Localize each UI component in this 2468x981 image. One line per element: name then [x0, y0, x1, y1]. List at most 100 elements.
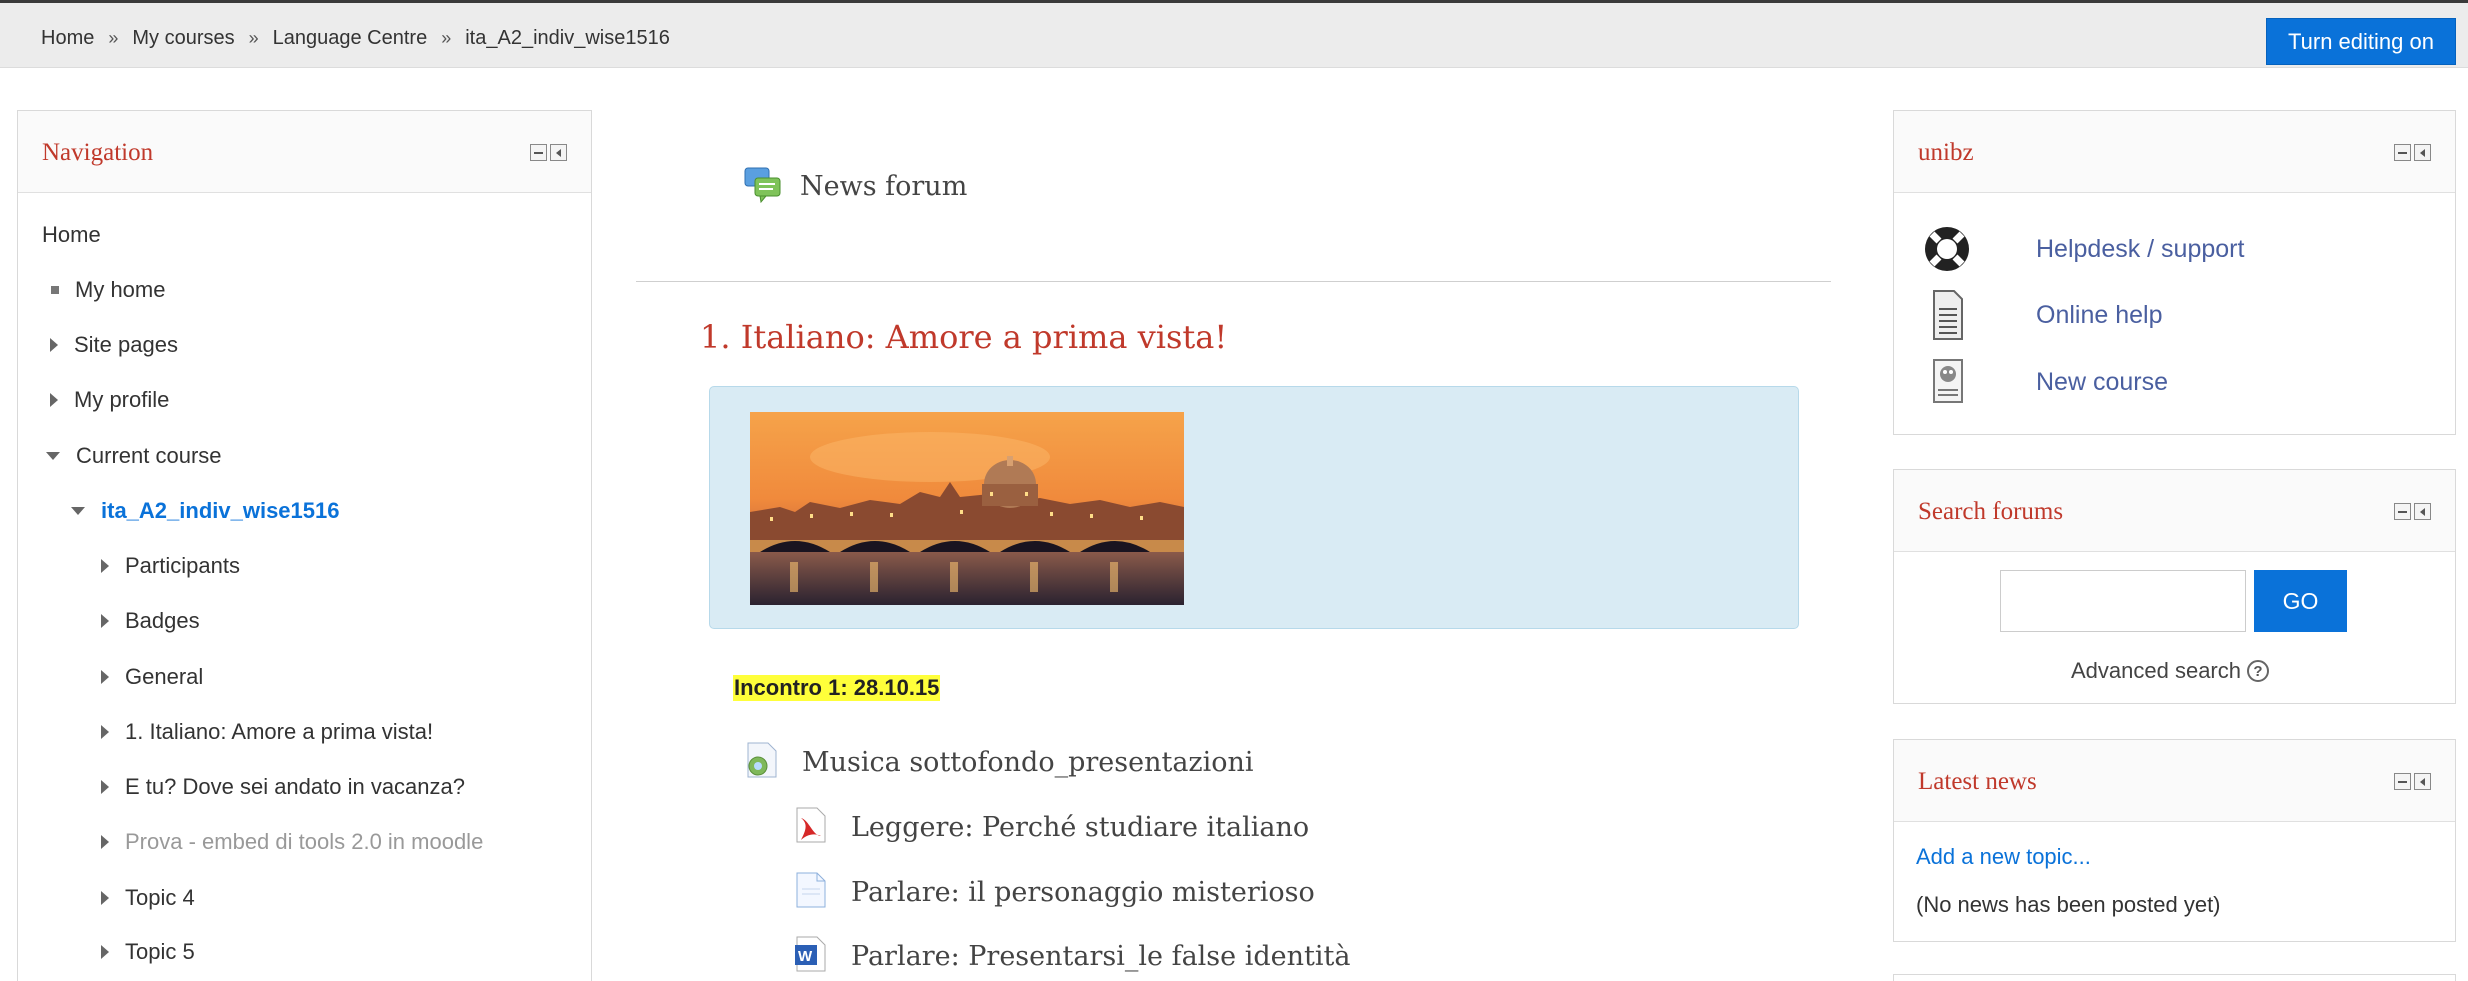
nav-item-label: My home — [75, 277, 166, 302]
nav-item-section-2[interactable]: E tu? Dove sei andato in vacanza? — [101, 774, 465, 800]
nav-item-current-course[interactable]: Current course — [46, 443, 222, 469]
nav-item-my-profile[interactable]: My profile — [50, 387, 169, 413]
search-forums-title: Search forums — [1918, 498, 2064, 525]
activity-music[interactable]: Musica sottofondo_presentazioni — [744, 741, 1254, 784]
minimize-icon[interactable] — [2394, 503, 2411, 520]
turn-editing-on-button[interactable]: Turn editing on — [2266, 18, 2456, 65]
help-icon[interactable]: ? — [2247, 660, 2269, 682]
nav-item-label: Prova - embed di tools 2.0 in moodle — [125, 829, 484, 854]
online-help-label: Online help — [2036, 301, 2163, 329]
breadcrumb-separator: » — [248, 28, 259, 48]
document-icon — [1922, 289, 1972, 346]
navigation-block: Navigation Home My home Site pages My pr… — [17, 110, 592, 981]
latest-news-block: Latest news Add a new topic... (No news … — [1893, 739, 2456, 942]
nav-item-label: Participants — [125, 553, 240, 578]
word-doc-icon: W — [793, 935, 829, 978]
no-news-text: (No news has been posted yet) — [1916, 892, 2221, 917]
nav-item-badges[interactable]: Badges — [101, 608, 200, 634]
nav-item-topic-4[interactable]: Topic 4 — [101, 885, 195, 911]
nav-item-site-pages[interactable]: Site pages — [50, 332, 178, 358]
search-forums-input[interactable] — [2000, 570, 2246, 632]
activity-label: Parlare: il personaggio misterioso — [851, 877, 1315, 908]
activity-reading[interactable]: Leggere: Perché studiare italiano — [793, 806, 1309, 849]
helpdesk-label: Helpdesk / support — [2036, 235, 2245, 263]
document-icon — [793, 871, 829, 914]
rome-image — [750, 412, 1184, 605]
pdf-icon — [793, 806, 829, 849]
advanced-search-label: Advanced search — [2071, 658, 2241, 683]
search-forums-header: Search forums — [1894, 470, 2455, 552]
breadcrumb-current-course: ita_A2_indiv_wise1516 — [465, 27, 670, 49]
block-controls — [2394, 144, 2431, 161]
nav-item-general[interactable]: General — [101, 664, 203, 690]
block-controls — [2394, 773, 2431, 790]
nav-item-label: Topic 5 — [125, 939, 195, 964]
nav-item-topic-5[interactable]: Topic 5 — [101, 939, 195, 965]
top-bar: Home » My courses » Language Centre » it… — [0, 0, 2468, 68]
unibz-block: unibz Helpdesk / support Online help New… — [1893, 110, 2456, 435]
expand-arrow-icon — [101, 945, 109, 959]
nav-item-label: 1. Italiano: Amore a prima vista! — [125, 719, 434, 744]
breadcrumb-home[interactable]: Home — [41, 27, 94, 50]
navigation-block-header: Navigation — [18, 111, 591, 193]
nav-item-course[interactable]: ita_A2_indiv_wise1516 — [71, 498, 339, 524]
expand-arrow-icon — [101, 614, 109, 628]
go-button[interactable]: GO — [2254, 570, 2347, 632]
lifebuoy-icon — [1922, 224, 1972, 279]
nav-item-label: Current course — [76, 443, 222, 468]
expand-arrow-icon — [101, 725, 109, 739]
activity-label: Musica sottofondo_presentazioni — [802, 747, 1254, 778]
breadcrumb-my-courses[interactable]: My courses — [132, 27, 234, 50]
add-topic-link[interactable]: Add a new topic... — [1916, 844, 2091, 870]
activity-label: Parlare: Presentarsi_le false identità — [851, 941, 1351, 972]
expand-arrow-icon — [101, 670, 109, 684]
next-block — [1893, 974, 2456, 981]
news-forum-label: News forum — [800, 171, 968, 202]
advanced-search-link[interactable]: Advanced search ? — [2071, 658, 2269, 684]
search-forums-block: Search forums GO Advanced search ? — [1893, 469, 2456, 704]
expand-arrow-icon — [101, 559, 109, 573]
nav-item-label: General — [125, 664, 204, 689]
nav-item-label: Site pages — [74, 332, 178, 357]
latest-news-title: Latest news — [1918, 768, 2037, 795]
minimize-icon[interactable] — [2394, 144, 2411, 161]
activity-speaking-2[interactable]: W Parlare: Presentarsi_le false identità — [793, 935, 1350, 978]
nav-item-label: Topic 4 — [125, 885, 195, 910]
meeting-label: Incontro 1: 28.10.15 — [733, 675, 941, 701]
nav-item-label: My profile — [74, 387, 170, 412]
new-course-link[interactable]: New course — [1922, 356, 2168, 413]
activity-speaking-1[interactable]: Parlare: il personaggio misterioso — [793, 871, 1315, 914]
news-forum-link[interactable]: News forum — [744, 165, 967, 208]
dock-icon[interactable] — [2414, 144, 2431, 161]
minimize-icon[interactable] — [2394, 773, 2411, 790]
nav-item-participants[interactable]: Participants — [101, 553, 240, 579]
nav-item-label: ita_A2_indiv_wise1516 — [101, 498, 340, 523]
dock-icon[interactable] — [550, 144, 567, 161]
expand-arrow-icon — [50, 338, 58, 352]
nav-item-label: Home — [42, 222, 101, 247]
breadcrumb-separator: » — [108, 28, 119, 48]
online-help-link[interactable]: Online help — [1922, 289, 2162, 346]
nav-item-label: E tu? Dove sei andato in vacanza? — [125, 774, 466, 799]
breadcrumb-separator: » — [441, 28, 452, 48]
new-course-label: New course — [2036, 368, 2168, 396]
forum-icon — [744, 165, 782, 208]
nav-item-label: Badges — [125, 608, 200, 633]
helpdesk-link[interactable]: Helpdesk / support — [1922, 224, 2244, 279]
minimize-icon[interactable] — [530, 144, 547, 161]
expand-arrow-icon — [101, 835, 109, 849]
dock-icon[interactable] — [2414, 773, 2431, 790]
expand-arrow-icon — [101, 891, 109, 905]
nav-item-section-3[interactable]: Prova - embed di tools 2.0 in moodle — [101, 829, 483, 855]
navigation-title: Navigation — [42, 139, 154, 166]
block-controls — [2394, 503, 2431, 520]
section-divider — [636, 281, 1831, 282]
dock-icon[interactable] — [2414, 503, 2431, 520]
audio-file-icon — [744, 741, 780, 784]
section-summary — [709, 386, 1799, 629]
unibz-block-header: unibz — [1894, 111, 2455, 193]
nav-item-home[interactable]: Home — [42, 222, 101, 248]
breadcrumb-language-centre[interactable]: Language Centre — [273, 27, 428, 50]
nav-item-my-home[interactable]: My home — [48, 277, 165, 303]
nav-item-section-1[interactable]: 1. Italiano: Amore a prima vista! — [101, 719, 433, 745]
